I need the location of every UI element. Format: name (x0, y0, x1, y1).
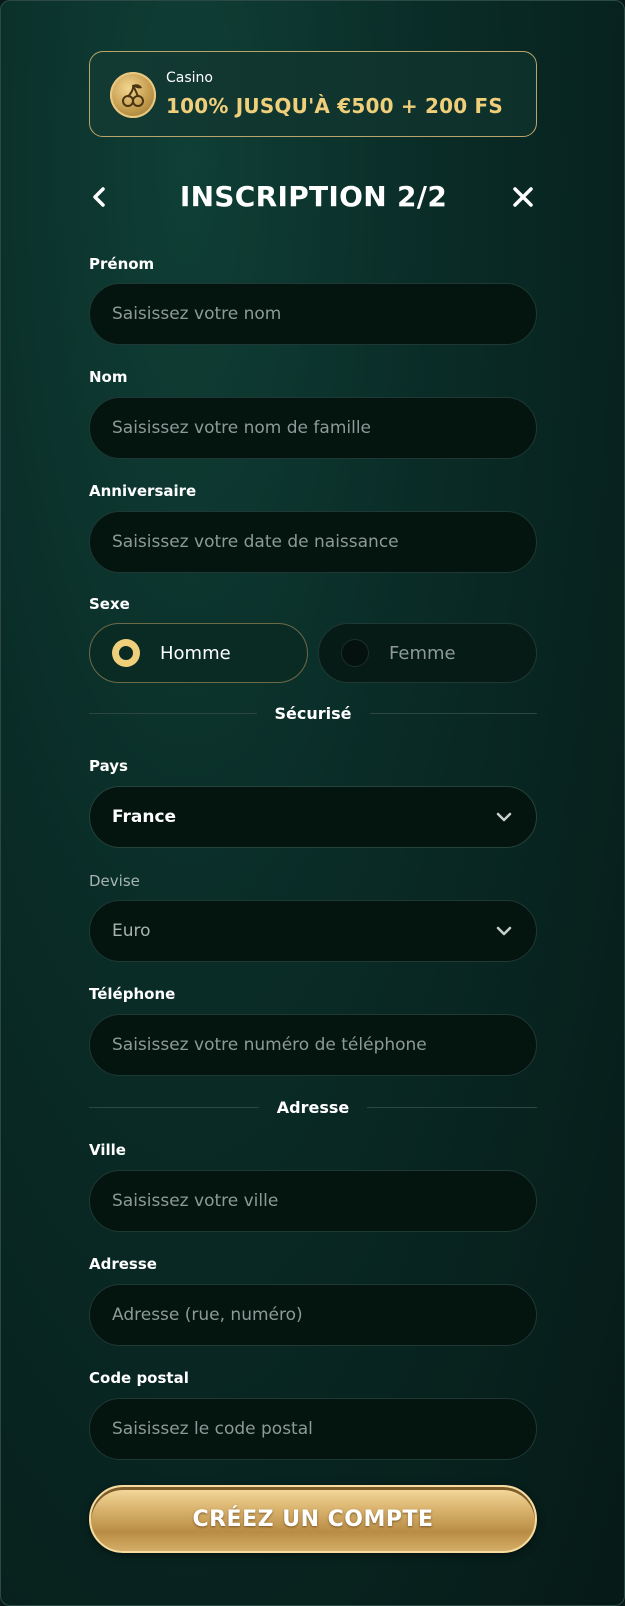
phone-label: Téléphone (89, 985, 176, 1003)
page-title: INSCRIPTION 2/2 (179, 180, 448, 213)
currency-select[interactable]: Euro (89, 900, 537, 962)
first-name-input[interactable] (112, 304, 514, 324)
promo-category: Casino (166, 70, 213, 86)
divider-label: Sécurisé (274, 703, 352, 723)
cherry-coin-icon (110, 72, 156, 118)
last-name-input[interactable] (112, 418, 514, 438)
last-name-field[interactable] (89, 397, 537, 459)
promo-offer: 100% JUSQU'À €500 + 200 FS (166, 94, 503, 118)
divider-label: Adresse (276, 1097, 350, 1117)
last-name-label: Nom (89, 368, 128, 386)
create-account-button[interactable]: CRÉEZ UN COMPTE (89, 1485, 537, 1553)
postal-code-input[interactable] (112, 1419, 514, 1439)
gender-option-label: Homme (160, 642, 231, 664)
currency-value: Euro (112, 921, 151, 941)
first-name-label: Prénom (89, 255, 155, 273)
birthday-label: Anniversaire (89, 482, 197, 500)
address-field[interactable] (89, 1284, 537, 1346)
radio-selected-icon (112, 639, 140, 667)
postal-code-label: Code postal (89, 1369, 189, 1387)
gender-option-label: Femme (389, 642, 456, 664)
close-button[interactable] (507, 179, 539, 215)
country-label: Pays (89, 757, 128, 775)
radio-unselected-icon (341, 639, 369, 667)
gender-label: Sexe (89, 595, 130, 613)
phone-input[interactable] (112, 1035, 514, 1055)
promo-banner[interactable]: Casino 100% JUSQU'À €500 + 200 FS (89, 51, 537, 137)
address-input[interactable] (112, 1305, 514, 1325)
address-divider: Adresse (89, 1097, 538, 1117)
gender-option-male[interactable]: Homme (89, 623, 308, 683)
city-label: Ville (89, 1141, 126, 1159)
country-value: France (112, 807, 177, 827)
back-button[interactable] (85, 179, 113, 215)
country-select[interactable]: France (89, 786, 537, 848)
chevron-left-icon (93, 187, 105, 207)
chevron-down-icon (496, 926, 512, 936)
currency-label: Devise (89, 872, 140, 890)
city-field[interactable] (89, 1170, 537, 1232)
city-input[interactable] (112, 1191, 514, 1211)
first-name-field[interactable] (89, 283, 537, 345)
secure-divider: Sécurisé (89, 703, 537, 723)
phone-field[interactable] (89, 1014, 537, 1076)
birthday-field[interactable] (89, 511, 537, 573)
registration-modal: Casino 100% JUSQU'À €500 + 200 FS INSCRI… (0, 0, 625, 1606)
address-label: Adresse (89, 1255, 157, 1273)
chevron-down-icon (496, 812, 512, 822)
postal-code-field[interactable] (89, 1398, 537, 1460)
birthday-input[interactable] (112, 532, 514, 552)
gender-option-female[interactable]: Femme (318, 623, 537, 683)
close-icon (513, 187, 533, 207)
